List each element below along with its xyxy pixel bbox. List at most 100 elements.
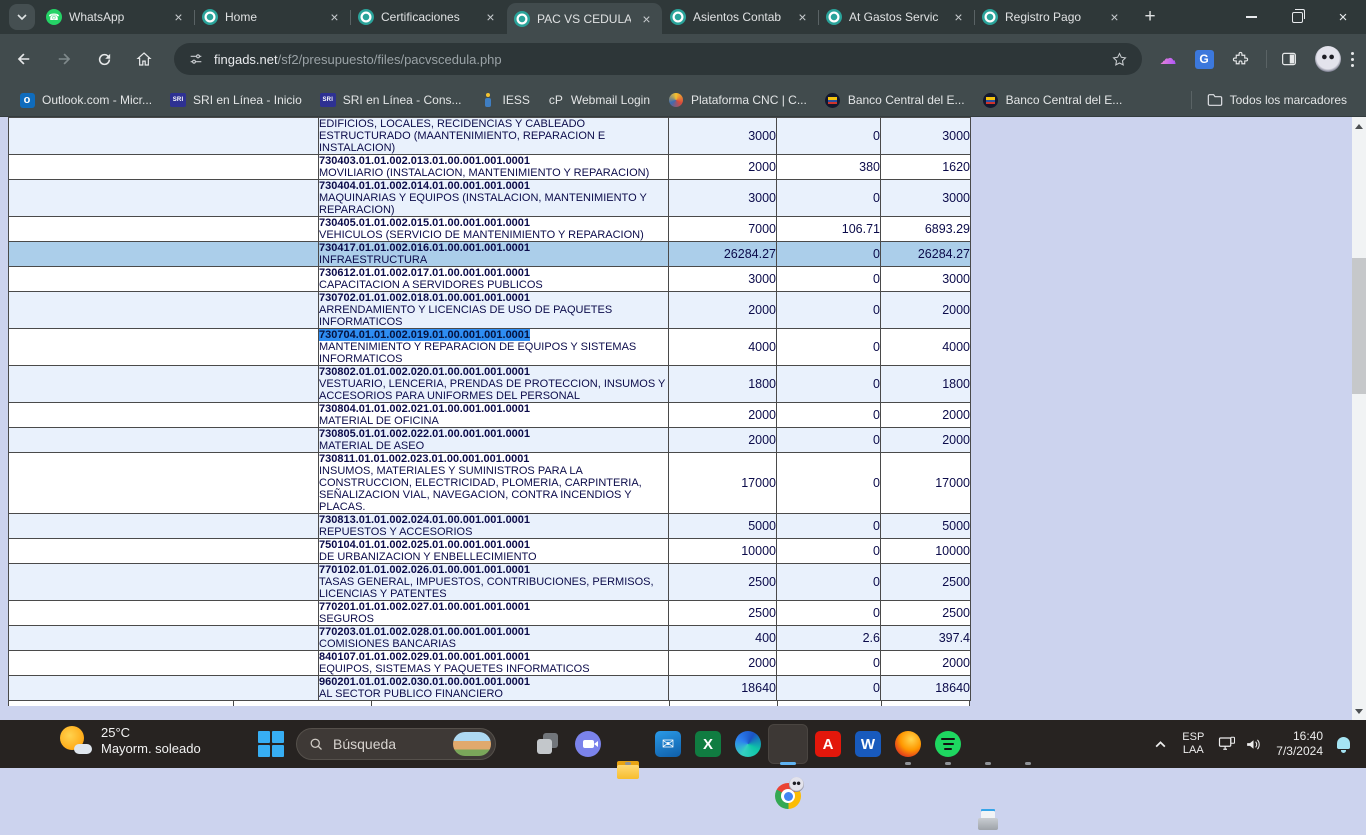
cell-account[interactable]: 730813.01.01.002.024.01.00.001.001.0001 … xyxy=(319,514,669,539)
cell-account[interactable]: 730405.01.01.002.015.01.00.001.001.0001 … xyxy=(319,217,669,242)
maximize-button[interactable] xyxy=(1274,0,1320,34)
browser-tab[interactable]: At Gastos Servic × xyxy=(819,0,974,34)
table-row[interactable]: 730804.01.01.002.021.01.00.001.001.0001 … xyxy=(9,403,971,428)
cell-account[interactable]: 750104.01.01.002.025.01.00.001.001.0001 … xyxy=(319,539,669,564)
tab-close-icon[interactable]: × xyxy=(482,9,499,26)
cell-account[interactable]: 840107.01.01.002.029.01.00.001.001.0001 … xyxy=(319,651,669,676)
language-indicator[interactable]: ESP LAA xyxy=(1182,731,1204,757)
browser-tab[interactable]: Certificaciones × xyxy=(351,0,506,34)
cell-account[interactable]: 770201.01.01.002.027.01.00.001.001.0001 … xyxy=(319,601,669,626)
search-highlight-image[interactable] xyxy=(453,732,491,756)
scrollbar-thumb[interactable] xyxy=(1352,258,1366,394)
start-button[interactable] xyxy=(258,731,284,757)
tray-clock[interactable]: 16:40 7/3/2024 xyxy=(1276,729,1323,759)
notification-bell-icon[interactable] xyxy=(1335,736,1352,753)
tab-close-icon[interactable]: × xyxy=(638,10,655,27)
table-row[interactable]: 730403.01.01.002.013.01.00.001.001.0001 … xyxy=(9,155,971,180)
browser-tab[interactable]: PAC VS CEDULA × xyxy=(507,3,662,34)
cell-account[interactable]: 770102.01.01.002.026.01.00.001.001.0001 … xyxy=(319,564,669,601)
table-row[interactable]: 730612.01.01.002.017.01.00.001.001.0001 … xyxy=(9,267,971,292)
tab-close-icon[interactable]: × xyxy=(794,9,811,26)
bookmark-item[interactable]: Banco Central del E... xyxy=(974,88,1132,112)
chat-app-icon[interactable] xyxy=(575,731,601,757)
weather-extension-icon[interactable]: ☁ xyxy=(1152,43,1184,75)
bookmark-item[interactable]: Plataforma CNC | C... xyxy=(659,88,816,112)
tab-search-button[interactable] xyxy=(9,4,35,30)
acrobat-icon[interactable]: A xyxy=(815,731,841,757)
cell-account[interactable]: 730403.01.01.002.013.01.00.001.001.0001 … xyxy=(319,155,669,180)
cell-account[interactable]: 960201.01.01.002.030.01.00.001.001.0001 … xyxy=(319,676,669,701)
table-row[interactable]: 730405.01.01.002.015.01.00.001.001.0001 … xyxy=(9,217,971,242)
taskbar-weather-widget[interactable]: 25°C Mayorm. soleado xyxy=(58,725,201,757)
spotify-icon[interactable] xyxy=(935,731,961,757)
table-row[interactable]: 730702.01.01.002.018.01.00.001.001.0001 … xyxy=(9,292,971,329)
cell-account[interactable]: EDIFICIOS, LOCALES, RECIDENCIAS Y CABLEA… xyxy=(319,118,669,155)
table-row[interactable]: 840107.01.01.002.029.01.00.001.001.0001 … xyxy=(9,651,971,676)
color-drop-app-icon[interactable] xyxy=(1015,731,1041,757)
edge-browser-icon[interactable] xyxy=(735,731,761,757)
cell-account[interactable]: 730811.01.01.002.023.01.00.001.001.0001 … xyxy=(319,453,669,514)
table-row[interactable]: EDIFICIOS, LOCALES, RECIDENCIAS Y CABLEA… xyxy=(9,118,971,155)
tab-close-icon[interactable]: × xyxy=(1106,9,1123,26)
table-row[interactable]: 730404.01.01.002.014.01.00.001.001.0001 … xyxy=(9,180,971,217)
close-button[interactable]: × xyxy=(1320,0,1366,34)
mail-app-icon[interactable]: ✉ xyxy=(655,731,681,757)
cell-account[interactable]: 730404.01.01.002.014.01.00.001.001.0001 … xyxy=(319,180,669,217)
address-bar[interactable]: fingads.net /sf2/presupuesto/files/pacvs… xyxy=(174,43,1142,75)
volume-icon[interactable] xyxy=(1240,737,1266,752)
cell-account[interactable]: 730802.01.01.002.020.01.00.001.001.0001 … xyxy=(319,366,669,403)
page-scrollbar[interactable] xyxy=(1352,117,1366,720)
table-row[interactable]: 960201.01.01.002.030.01.00.001.001.0001 … xyxy=(9,676,971,701)
table-row[interactable]: 730811.01.01.002.023.01.00.001.001.0001 … xyxy=(9,453,971,514)
bookmark-item[interactable]: SRI SRI en Línea - Cons... xyxy=(311,88,471,112)
printer-app-icon[interactable] xyxy=(975,809,1001,835)
bookmark-star-button[interactable] xyxy=(1111,51,1128,68)
task-view-icon[interactable] xyxy=(535,731,561,757)
cell-account[interactable]: 770203.01.01.002.028.01.00.001.001.0001 … xyxy=(319,626,669,651)
side-panel-button[interactable] xyxy=(1273,43,1305,75)
table-row[interactable]: 770203.01.01.002.028.01.00.001.001.0001 … xyxy=(9,626,971,651)
table-row[interactable]: 770201.01.01.002.027.01.00.001.001.0001 … xyxy=(9,601,971,626)
forward-button[interactable] xyxy=(48,43,80,75)
cell-account[interactable]: 730417.01.01.002.016.01.00.001.001.0001 … xyxy=(319,242,669,267)
browser-tab[interactable]: Home × xyxy=(195,0,350,34)
bookmark-item[interactable]: SRI SRI en Línea - Inicio xyxy=(161,88,311,112)
table-row[interactable]: 730805.01.01.002.022.01.00.001.001.0001 … xyxy=(9,428,971,453)
tab-close-icon[interactable]: × xyxy=(950,9,967,26)
all-bookmarks-button[interactable]: Todos los marcadores xyxy=(1198,88,1356,112)
extensions-puzzle-icon[interactable] xyxy=(1224,43,1256,75)
table-row[interactable]: 730704.01.01.002.019.01.00.001.001.0001 … xyxy=(9,329,971,366)
table-row[interactable]: 750104.01.01.002.025.01.00.001.001.0001 … xyxy=(9,539,971,564)
bookmark-item[interactable]: IESS xyxy=(471,88,539,112)
browser-tab[interactable]: Asientos Contab × xyxy=(663,0,818,34)
back-button[interactable] xyxy=(8,43,40,75)
tray-chevron-up[interactable] xyxy=(1148,738,1172,751)
new-tab-button[interactable]: + xyxy=(1136,3,1164,31)
browser-tab[interactable]: Registro Pago × xyxy=(975,0,1130,34)
profile-avatar[interactable] xyxy=(1315,46,1341,72)
table-row[interactable]: 730802.01.01.002.020.01.00.001.001.0001 … xyxy=(9,366,971,403)
tab-close-icon[interactable]: × xyxy=(326,9,343,26)
browser-menu-button[interactable] xyxy=(1351,52,1354,67)
network-icon[interactable] xyxy=(1214,736,1240,752)
site-info-icon[interactable] xyxy=(188,51,204,67)
home-button[interactable] xyxy=(128,43,160,75)
cell-account[interactable]: 730805.01.01.002.022.01.00.001.001.0001 … xyxy=(319,428,669,453)
bookmark-item[interactable]: Banco Central del E... xyxy=(816,88,974,112)
table-row[interactable]: 730813.01.01.002.024.01.00.001.001.0001 … xyxy=(9,514,971,539)
file-explorer-icon[interactable] xyxy=(615,757,641,783)
cell-account[interactable]: 730612.01.01.002.017.01.00.001.001.0001 … xyxy=(319,267,669,292)
chrome-browser-icon[interactable] xyxy=(775,783,801,809)
bookmark-item[interactable]: cP Webmail Login xyxy=(539,88,659,112)
scroll-down-arrow[interactable] xyxy=(1352,704,1366,718)
cell-account[interactable]: 730804.01.01.002.021.01.00.001.001.0001 … xyxy=(319,403,669,428)
table-row[interactable]: 730417.01.01.002.016.01.00.001.001.0001 … xyxy=(9,242,971,267)
reload-button[interactable] xyxy=(88,43,120,75)
word-icon[interactable]: W xyxy=(855,731,881,757)
minimize-button[interactable] xyxy=(1228,0,1274,34)
browser-tab[interactable]: ☎ WhatsApp × xyxy=(39,0,194,34)
translate-extension-icon[interactable]: G xyxy=(1188,43,1220,75)
scroll-up-arrow[interactable] xyxy=(1352,119,1366,133)
excel-icon[interactable]: X xyxy=(695,731,721,757)
firefox-icon[interactable] xyxy=(895,731,921,757)
